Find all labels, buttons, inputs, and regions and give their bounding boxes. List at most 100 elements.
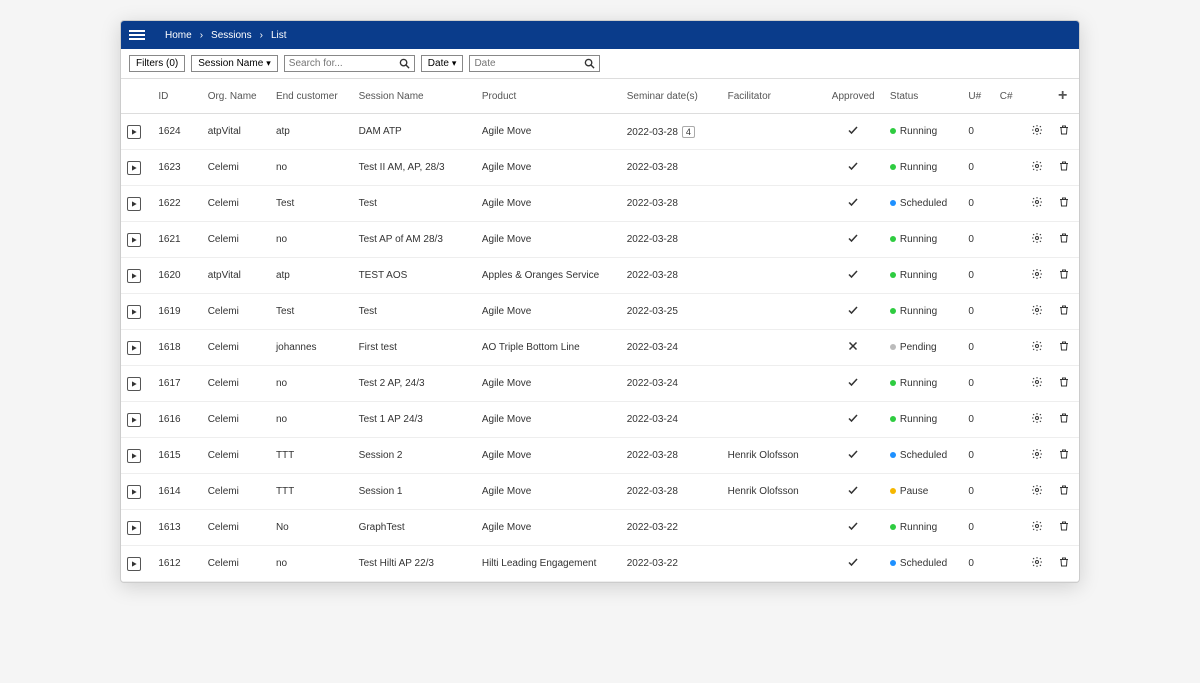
cell-ce bbox=[994, 258, 1025, 294]
col-product[interactable]: Product bbox=[476, 79, 621, 114]
cell-product: Agile Move bbox=[476, 438, 621, 474]
cell-fac bbox=[722, 186, 823, 222]
cell-status: Running bbox=[884, 510, 962, 546]
trash-icon[interactable] bbox=[1058, 376, 1070, 388]
cell-date: 2022-03-28 bbox=[621, 438, 722, 474]
cell-session: First test bbox=[353, 330, 476, 366]
trash-icon[interactable] bbox=[1058, 232, 1070, 244]
search-icon[interactable] bbox=[580, 56, 599, 71]
cell-us: 0 bbox=[962, 474, 993, 510]
trash-icon[interactable] bbox=[1058, 304, 1070, 316]
trash-icon[interactable] bbox=[1058, 268, 1070, 280]
cell-product: Agile Move bbox=[476, 186, 621, 222]
cell-session: Test 1 AP 24/3 bbox=[353, 402, 476, 438]
date-count-badge: 4 bbox=[682, 126, 695, 138]
col-approved[interactable]: Approved bbox=[822, 79, 883, 114]
cell-endc: Test bbox=[270, 186, 353, 222]
breadcrumb-list[interactable]: List bbox=[271, 30, 287, 41]
menu-icon[interactable] bbox=[129, 27, 145, 43]
col-id[interactable]: ID bbox=[152, 79, 201, 114]
cell-id: 1619 bbox=[152, 294, 201, 330]
col-status[interactable]: Status bbox=[884, 79, 962, 114]
cell-product: Agile Move bbox=[476, 366, 621, 402]
cell-session: Test bbox=[353, 186, 476, 222]
search-icon[interactable] bbox=[395, 56, 414, 71]
cell-endc: no bbox=[270, 150, 353, 186]
cell-status: Running bbox=[884, 222, 962, 258]
gear-icon[interactable] bbox=[1031, 556, 1043, 568]
search-input[interactable] bbox=[285, 56, 395, 71]
cell-us: 0 bbox=[962, 150, 993, 186]
gear-icon[interactable] bbox=[1031, 196, 1043, 208]
cell-status: Running bbox=[884, 114, 962, 150]
date-dropdown[interactable]: Date bbox=[421, 55, 464, 72]
table-row: 1620 atpVital atp TEST AOS Apples & Oran… bbox=[121, 258, 1079, 294]
gear-icon[interactable] bbox=[1031, 160, 1043, 172]
breadcrumb-sessions[interactable]: Sessions bbox=[211, 30, 252, 41]
table-row: 1615 Celemi TTT Session 2 Agile Move 202… bbox=[121, 438, 1079, 474]
cell-date: 2022-03-28 bbox=[621, 150, 722, 186]
trash-icon[interactable] bbox=[1058, 160, 1070, 172]
expand-row-button[interactable] bbox=[127, 377, 141, 391]
breadcrumb: Home › Sessions › List bbox=[165, 30, 287, 41]
expand-row-button[interactable] bbox=[127, 449, 141, 463]
gear-icon[interactable] bbox=[1031, 412, 1043, 424]
cell-session: DAM ATP bbox=[353, 114, 476, 150]
date-input[interactable] bbox=[470, 56, 580, 71]
cell-us: 0 bbox=[962, 546, 993, 582]
col-session[interactable]: Session Name bbox=[353, 79, 476, 114]
expand-row-button[interactable] bbox=[127, 197, 141, 211]
trash-icon[interactable] bbox=[1058, 556, 1070, 568]
col-org[interactable]: Org. Name bbox=[202, 79, 270, 114]
gear-icon[interactable] bbox=[1031, 484, 1043, 496]
gear-icon[interactable] bbox=[1031, 448, 1043, 460]
expand-row-button[interactable] bbox=[127, 557, 141, 571]
add-button[interactable]: + bbox=[1058, 87, 1067, 104]
gear-icon[interactable] bbox=[1031, 268, 1043, 280]
cell-date: 2022-03-24 bbox=[621, 330, 722, 366]
expand-row-button[interactable] bbox=[127, 341, 141, 355]
trash-icon[interactable] bbox=[1058, 340, 1070, 352]
cell-date: 2022-03-22 bbox=[621, 546, 722, 582]
col-endc[interactable]: End customer bbox=[270, 79, 353, 114]
cell-session: Test Hilti AP 22/3 bbox=[353, 546, 476, 582]
breadcrumb-home[interactable]: Home bbox=[165, 30, 192, 41]
gear-icon[interactable] bbox=[1031, 124, 1043, 136]
col-dates[interactable]: Seminar date(s) bbox=[621, 79, 722, 114]
gear-icon[interactable] bbox=[1031, 304, 1043, 316]
trash-icon[interactable] bbox=[1058, 484, 1070, 496]
trash-icon[interactable] bbox=[1058, 448, 1070, 460]
col-ce[interactable]: C# bbox=[994, 79, 1025, 114]
trash-icon[interactable] bbox=[1058, 520, 1070, 532]
expand-row-button[interactable] bbox=[127, 269, 141, 283]
cell-ce bbox=[994, 186, 1025, 222]
expand-row-button[interactable] bbox=[127, 233, 141, 247]
session-name-dropdown[interactable]: Session Name bbox=[191, 55, 278, 72]
cell-id: 1622 bbox=[152, 186, 201, 222]
col-us[interactable]: U# bbox=[962, 79, 993, 114]
cell-org: Celemi bbox=[202, 510, 270, 546]
trash-icon[interactable] bbox=[1058, 412, 1070, 424]
table-row: 1624 atpVital atp DAM ATP Agile Move 202… bbox=[121, 114, 1079, 150]
cell-product: Agile Move bbox=[476, 510, 621, 546]
expand-row-button[interactable] bbox=[127, 521, 141, 535]
cell-us: 0 bbox=[962, 222, 993, 258]
gear-icon[interactable] bbox=[1031, 376, 1043, 388]
table-row: 1616 Celemi no Test 1 AP 24/3 Agile Move… bbox=[121, 402, 1079, 438]
gear-icon[interactable] bbox=[1031, 340, 1043, 352]
trash-icon[interactable] bbox=[1058, 124, 1070, 136]
cell-date: 2022-03-24 bbox=[621, 402, 722, 438]
gear-icon[interactable] bbox=[1031, 232, 1043, 244]
gear-icon[interactable] bbox=[1031, 520, 1043, 532]
cell-date: 2022-03-28 bbox=[621, 474, 722, 510]
cell-session: Session 2 bbox=[353, 438, 476, 474]
trash-icon[interactable] bbox=[1058, 196, 1070, 208]
col-fac[interactable]: Facilitator bbox=[722, 79, 823, 114]
cell-us: 0 bbox=[962, 258, 993, 294]
expand-row-button[interactable] bbox=[127, 125, 141, 139]
filters-button[interactable]: Filters (0) bbox=[129, 55, 185, 72]
expand-row-button[interactable] bbox=[127, 161, 141, 175]
expand-row-button[interactable] bbox=[127, 413, 141, 427]
expand-row-button[interactable] bbox=[127, 305, 141, 319]
expand-row-button[interactable] bbox=[127, 485, 141, 499]
